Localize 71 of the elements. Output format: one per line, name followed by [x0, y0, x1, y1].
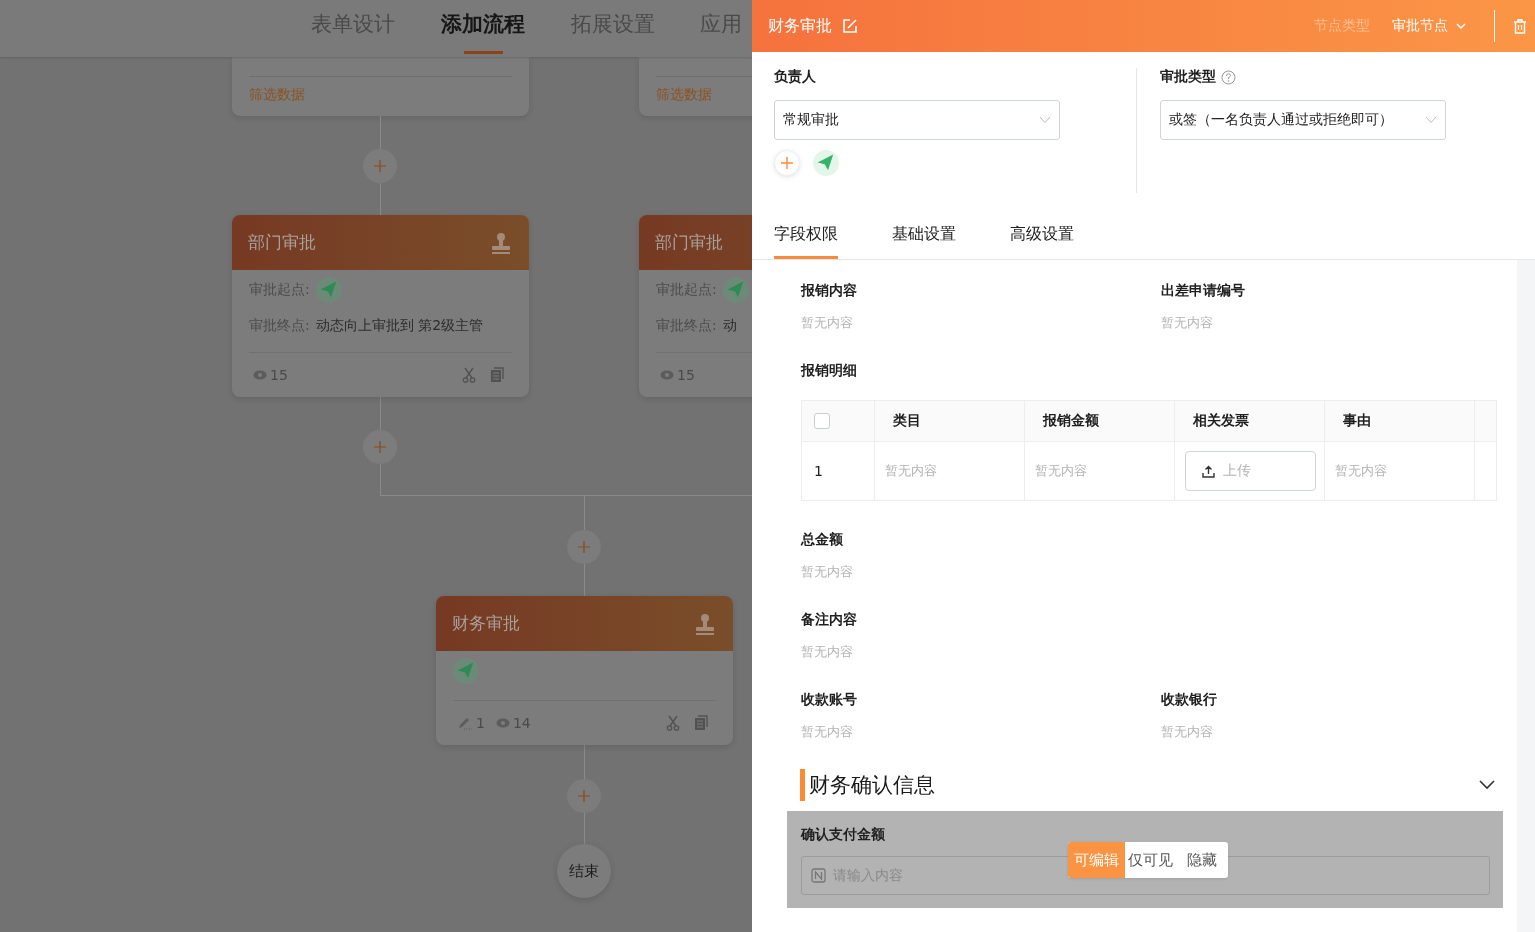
node-title: 财务审批	[452, 612, 520, 635]
scrollbar-track[interactable]	[1517, 260, 1535, 932]
paper-plane-icon	[453, 658, 479, 684]
column-header: 事由	[1324, 401, 1474, 441]
field-label: 报销明细	[801, 362, 857, 380]
edit-icon[interactable]	[842, 18, 858, 34]
copy-icon[interactable]	[490, 367, 504, 383]
field-label: 报销内容	[801, 282, 857, 300]
field-value: 暂无内容	[1161, 314, 1213, 332]
eye-icon	[253, 370, 267, 380]
node-title: 部门审批	[655, 231, 723, 254]
field-label: 审批类型	[1160, 68, 1216, 86]
node-title: 部门审批	[248, 231, 316, 254]
field-label: 负责人	[774, 68, 816, 86]
add-node-button[interactable]	[566, 778, 602, 814]
stamp-icon	[693, 611, 717, 636]
add-node-button[interactable]	[362, 429, 398, 465]
help-icon[interactable]	[1221, 69, 1236, 85]
column-header: 类目	[874, 401, 1024, 441]
table-cell: 暂无内容	[874, 442, 1024, 500]
approval-type-select[interactable]: 或签（一名负责人通过或拒绝即可）	[1160, 100, 1446, 140]
field-value: 暂无内容	[801, 643, 853, 661]
trash-icon[interactable]	[1513, 18, 1527, 34]
pencil-icon	[457, 716, 473, 730]
add-node-button[interactable]	[362, 148, 398, 184]
permission-option[interactable]: 可编辑	[1068, 842, 1125, 878]
end-node: 结束	[557, 844, 611, 898]
paper-plane-icon[interactable]	[813, 150, 839, 176]
tab[interactable]: 添加流程	[441, 8, 525, 54]
eye-icon	[660, 370, 674, 380]
upload-button[interactable]: 上传	[1185, 451, 1316, 491]
table-cell: 暂无内容	[1324, 442, 1474, 500]
field-label: 备注内容	[801, 611, 857, 629]
upload-icon	[1202, 464, 1215, 478]
copy-icon[interactable]	[694, 715, 708, 731]
field-value: 暂无内容	[1161, 723, 1213, 741]
stamp-icon	[489, 230, 513, 255]
assignee-select[interactable]: 常规审批	[774, 100, 1060, 140]
paper-plane-icon	[722, 277, 749, 303]
field-label: 出差申请编号	[1161, 282, 1245, 300]
section-title: 财务确认信息	[800, 769, 935, 801]
paper-plane-icon	[315, 277, 342, 303]
node-type-label: 节点类型	[1314, 17, 1370, 35]
field-label: 收款银行	[1161, 691, 1217, 709]
checkbox[interactable]	[814, 413, 830, 429]
chevron-down-icon	[1456, 23, 1466, 29]
field-label: 收款账号	[801, 691, 857, 709]
row-number: 1	[813, 462, 824, 481]
column-header: 报销金额	[1024, 401, 1174, 441]
end-value: 动态向上审批到 第2级主管	[315, 317, 484, 335]
column-header: 相关发票	[1174, 401, 1324, 441]
scissors-icon[interactable]	[666, 715, 680, 731]
add-button[interactable]	[774, 150, 800, 176]
add-node-button[interactable]	[566, 529, 602, 565]
tab[interactable]: 基础设置	[892, 224, 956, 259]
end-value: 动	[722, 317, 737, 335]
table-cell: 暂无内容	[1024, 442, 1174, 500]
drawer-title: 财务审批	[768, 15, 832, 37]
field-value: 暂无内容	[801, 723, 853, 741]
scissors-icon[interactable]	[462, 367, 476, 383]
eye-icon	[495, 718, 510, 728]
tab[interactable]: 高级设置	[1010, 224, 1074, 259]
field-label: 总金额	[801, 531, 843, 549]
field-label: 确认支付金额	[801, 826, 885, 844]
node-type-dropdown[interactable]: 审批节点	[1392, 17, 1474, 35]
number-icon	[811, 868, 826, 883]
field-value: 暂无内容	[801, 563, 853, 581]
chevron-down-icon	[1039, 116, 1051, 124]
chevron-icon[interactable]	[1479, 780, 1495, 790]
field-value: 暂无内容	[801, 314, 853, 332]
chevron-down-icon	[1425, 116, 1437, 124]
